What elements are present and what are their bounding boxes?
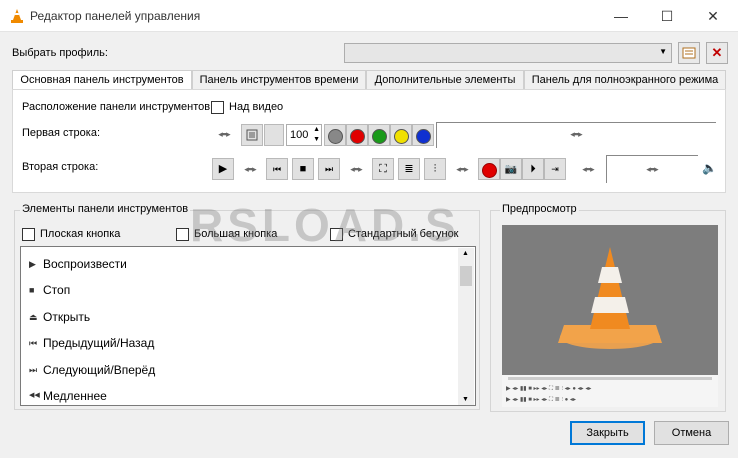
first-row-label: Первая строка: xyxy=(22,127,100,139)
window-title: Редактор панелей управления xyxy=(30,9,201,23)
spacer-icon[interactable]: ◂▪▪▸ xyxy=(212,124,236,144)
fullscreen-button[interactable]: ⛶ xyxy=(372,158,394,180)
record-button[interactable] xyxy=(478,158,500,180)
playlist-button[interactable] xyxy=(241,124,263,146)
gray-dot-icon xyxy=(327,129,343,144)
scroll-up-icon[interactable]: ▲ xyxy=(462,250,469,257)
scroll-down-icon[interactable]: ▼ xyxy=(462,396,469,403)
play-icon: ▶ xyxy=(29,259,36,269)
record-icon xyxy=(481,163,497,178)
playlist-icon: ≣ xyxy=(404,163,414,175)
frame-step-icon: ⏵ xyxy=(530,163,536,175)
chevron-down-icon: ▼ xyxy=(659,47,667,56)
eject-icon: ⏏ xyxy=(29,312,38,322)
yellow-dot-icon xyxy=(393,129,409,144)
list-item[interactable]: Следующий/Вперёд xyxy=(43,363,155,377)
color-button-yellow[interactable] xyxy=(390,124,412,146)
green-dot-icon xyxy=(371,129,387,144)
play-icon: ▶ xyxy=(218,163,228,175)
spacer-icon[interactable]: ◂▪▪▸ xyxy=(640,159,664,179)
red-dot-icon xyxy=(349,129,365,144)
preview-toolbar: ▶ ◂▸ ▮▮ ■ ▸▸ ◂▸ ⛶ ≣ ⫶ ◂▸ ● ◂▸ ◂▸ ▶ ◂▸ ▮▮… xyxy=(502,375,718,407)
color-button-blue[interactable] xyxy=(412,124,434,146)
profile-dropdown[interactable]: ▼ xyxy=(344,43,672,63)
list-item[interactable]: Предыдущий/Назад xyxy=(43,336,154,350)
empty-slot-button[interactable] xyxy=(264,124,284,146)
tab-fullscreen-toolbar[interactable]: Панель для полноэкранного режима xyxy=(524,70,726,90)
play-button[interactable]: ▶ xyxy=(212,158,234,180)
color-button-green[interactable] xyxy=(368,124,390,146)
next-icon: ⏭ xyxy=(324,164,334,174)
spacer-icon[interactable]: ◂▪▪▸ xyxy=(450,159,474,179)
cancel-button[interactable]: Отмена xyxy=(654,421,729,445)
list-item[interactable]: Воспроизвести xyxy=(43,257,127,271)
close-window-button[interactable]: ✕ xyxy=(690,0,736,32)
big-button-checkbox[interactable] xyxy=(176,228,189,241)
list-item[interactable]: Открыть xyxy=(43,310,90,324)
above-video-checkbox[interactable] xyxy=(211,101,224,114)
extended-playlist-button[interactable]: ≣ xyxy=(398,158,420,180)
vlc-cone-icon xyxy=(11,9,23,23)
volume-icon[interactable]: 🔈 xyxy=(702,161,717,175)
spacer-icon[interactable]: ◂▪▪▸ xyxy=(238,159,262,179)
previous-icon: ⏮ xyxy=(272,164,282,174)
stop-icon: ■ xyxy=(299,163,307,175)
spacer-icon[interactable]: ◂▪▪▸ xyxy=(576,159,600,179)
second-row-label: Вторая строка: xyxy=(22,161,99,173)
profile-label: Выбрать профиль: xyxy=(12,47,108,59)
preview-image xyxy=(502,225,718,375)
next-icon: ⏭ xyxy=(29,365,38,375)
watermark: RSLOAD.S xyxy=(190,199,460,251)
next-button[interactable]: ⏭ xyxy=(318,158,340,180)
snapshot-button[interactable]: 📷 xyxy=(500,158,522,180)
camera-icon: 📷 xyxy=(504,164,518,175)
close-button[interactable]: Закрыть xyxy=(570,421,645,445)
loop-ab-button[interactable]: ⇥ xyxy=(544,158,566,180)
spin-arrows-icon[interactable]: ▲ ▼ xyxy=(313,125,320,145)
flat-button-checkbox[interactable] xyxy=(22,228,35,241)
list-scrollbar[interactable]: ▲ ▼ xyxy=(458,248,474,405)
list-item[interactable]: Медленнее xyxy=(43,389,107,403)
stop-icon: ■ xyxy=(29,285,35,295)
slower-icon: ◀◀ xyxy=(29,392,40,399)
frame-step-button[interactable]: ⏵ xyxy=(522,158,544,180)
previous-button[interactable]: ⏮ xyxy=(266,158,288,180)
stop-button[interactable]: ■ xyxy=(292,158,314,180)
fullscreen-icon: ⛶ xyxy=(379,163,387,175)
ab-loop-icon: ⇥ xyxy=(551,164,559,174)
toolbar-position-label: Расположение панели инструментов: xyxy=(22,101,214,113)
playlist-icon xyxy=(246,129,258,141)
scrollbar-thumb[interactable] xyxy=(460,266,472,286)
blue-dot-icon xyxy=(415,129,431,144)
volume-value: 100 xyxy=(290,129,309,141)
previous-icon: ⏮ xyxy=(29,338,38,348)
color-button-gray[interactable] xyxy=(324,124,346,146)
new-profile-button[interactable] xyxy=(678,42,700,64)
preview-controls-row1: ▶ ◂▸ ▮▮ ■ ▸▸ ◂▸ ⛶ ≣ ⫶ ◂▸ ● ◂▸ ◂▸ xyxy=(506,386,592,392)
spacer-icon[interactable]: ◂▪▪▸ xyxy=(344,159,368,179)
tab-advanced-elements[interactable]: Дополнительные элементы xyxy=(366,70,524,90)
spacer-icon[interactable]: ◂▪▪▸ xyxy=(564,124,588,144)
new-profile-icon xyxy=(682,47,696,59)
equalizer-icon: ⫶ xyxy=(433,163,437,175)
delete-profile-button[interactable]: ✕ xyxy=(706,42,728,64)
preview-seekbar xyxy=(508,377,712,380)
above-video-label: Над видео xyxy=(229,101,284,113)
list-item[interactable]: Стоп xyxy=(43,283,70,297)
volume-spinbox[interactable]: 100 ▲ ▼ xyxy=(286,124,322,146)
maximize-button[interactable]: ☐ xyxy=(644,0,690,32)
color-button-red[interactable] xyxy=(346,124,368,146)
toolbar-elements-list[interactable]: ▶ Воспроизвести ■ Стоп ⏏ Открыть ⏮ Преды… xyxy=(20,246,476,406)
vlc-cone-icon xyxy=(558,247,662,349)
flat-button-label: Плоская кнопка xyxy=(40,228,121,240)
delete-profile-icon: ✕ xyxy=(711,45,723,60)
tab-main-toolbar[interactable]: Основная панель инструментов xyxy=(12,70,192,91)
extended-settings-button[interactable]: ⫶ xyxy=(424,158,446,180)
tab-time-toolbar[interactable]: Панель инструментов времени xyxy=(192,70,366,90)
toolbar-elements-title: Элементы панели инструментов xyxy=(20,203,191,215)
preview-controls-row2: ▶ ◂▸ ▮▮ ■ ▸▸ ◂▸ ⛶ ≣ ⫶ ● ◂▸ xyxy=(506,397,576,403)
minimize-button[interactable]: — xyxy=(598,0,644,32)
preview-title: Предпросмотр xyxy=(500,203,579,215)
